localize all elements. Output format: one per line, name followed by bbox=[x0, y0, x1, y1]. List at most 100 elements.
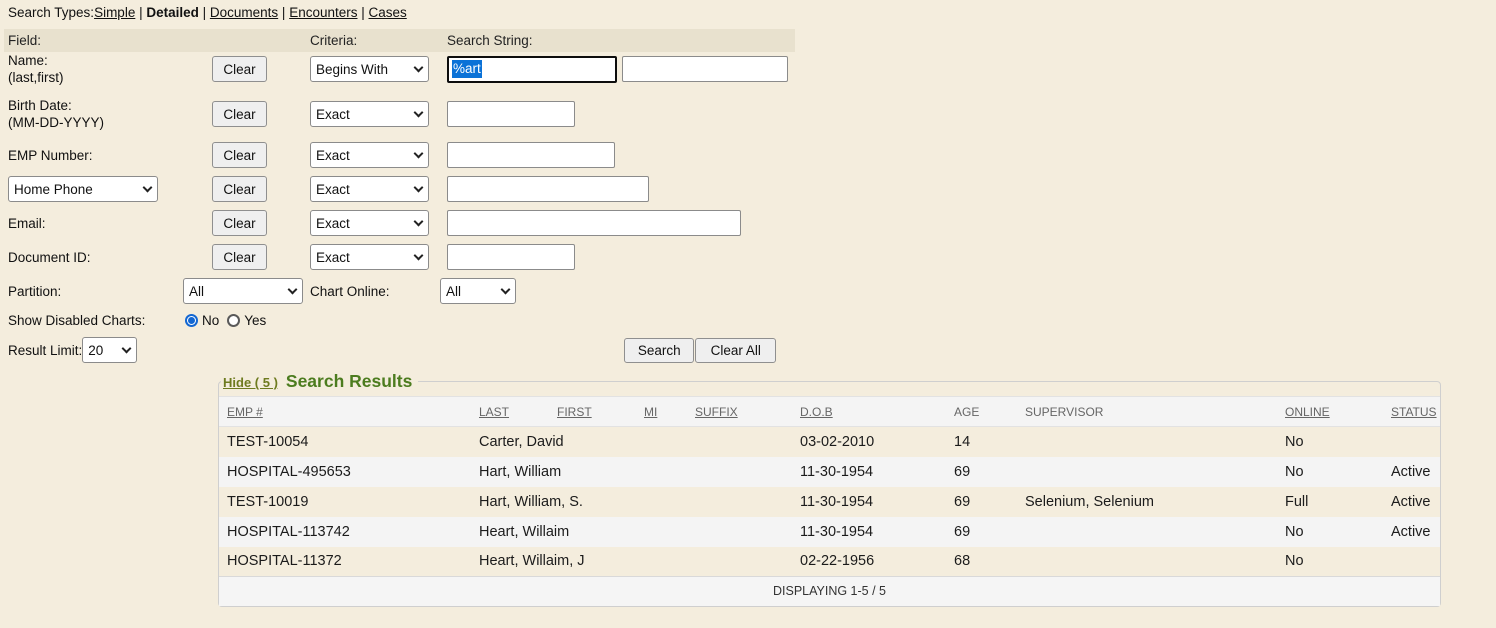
document-id-input[interactable] bbox=[447, 244, 575, 270]
birth-date-label: Birth Date: (MM-DD-YYYY) bbox=[8, 97, 212, 131]
email-input[interactable] bbox=[447, 210, 741, 236]
search-type-simple[interactable]: Simple bbox=[94, 5, 135, 20]
chevron-down-icon bbox=[414, 63, 424, 73]
cell-name: Hart, William, S. bbox=[471, 487, 792, 517]
cell-online: No bbox=[1277, 457, 1383, 487]
column-header-status[interactable]: STATUS bbox=[1383, 397, 1440, 427]
document-id-row: Document ID: Clear Exact bbox=[0, 244, 1496, 270]
name-row: Name: (last,first) Clear Begins With %ar… bbox=[0, 52, 1496, 86]
column-label-status[interactable]: STATUS bbox=[1391, 405, 1437, 419]
phone-type-select[interactable]: Home Phone bbox=[8, 176, 158, 202]
result-row[interactable]: HOSPITAL-113742Heart, Willaim11-30-19546… bbox=[219, 517, 1440, 547]
column-label-online[interactable]: ONLINE bbox=[1285, 405, 1330, 419]
cell-online: No bbox=[1277, 547, 1383, 577]
emp-number-criteria-select[interactable]: Exact bbox=[310, 142, 429, 168]
cell-supervisor bbox=[1017, 517, 1277, 547]
column-header-first[interactable]: FIRST bbox=[549, 397, 636, 427]
search-types-nav: Search Types:Simple | Detailed | Documen… bbox=[0, 0, 1496, 20]
search-button[interactable]: Search bbox=[624, 338, 694, 363]
result-limit-select[interactable]: 20 bbox=[82, 337, 137, 363]
phone-input[interactable] bbox=[447, 176, 649, 202]
clear-all-button[interactable]: Clear All bbox=[695, 338, 776, 363]
chart-online-select[interactable]: All bbox=[440, 278, 516, 304]
show-disabled-radio-yes[interactable]: Yes bbox=[227, 313, 266, 328]
column-label-emp-number[interactable]: EMP # bbox=[227, 405, 263, 419]
search-results-legend: Hide ( 5 ) Search Results bbox=[221, 371, 418, 392]
cell-emp-number: HOSPITAL-113742 bbox=[219, 517, 471, 547]
name-criteria-select[interactable]: Begins With bbox=[310, 56, 429, 82]
nav-separator: | bbox=[199, 5, 210, 20]
document-id-clear-button[interactable]: Clear bbox=[212, 244, 267, 270]
cell-supervisor bbox=[1017, 547, 1277, 577]
search-type-detailed[interactable]: Detailed bbox=[146, 5, 199, 20]
column-label-mi[interactable]: MI bbox=[644, 405, 657, 419]
column-header-suffix[interactable]: SUFFIX bbox=[687, 397, 792, 427]
hide-results-link[interactable]: Hide ( 5 ) bbox=[223, 375, 278, 390]
cell-status: Active bbox=[1383, 487, 1440, 517]
selected-text: %art bbox=[452, 60, 482, 78]
email-label: Email: bbox=[8, 215, 212, 232]
column-header-emp-number[interactable]: EMP # bbox=[219, 397, 471, 427]
criteria-column-label: Criteria: bbox=[310, 33, 447, 48]
form-column-headers: Field: Criteria: Search String: bbox=[4, 29, 795, 52]
column-label-suffix[interactable]: SUFFIX bbox=[695, 405, 738, 419]
search-type-documents[interactable]: Documents bbox=[210, 5, 278, 20]
emp-number-clear-button[interactable]: Clear bbox=[212, 142, 267, 168]
email-row: Email: Clear Exact bbox=[0, 210, 1496, 236]
chevron-down-icon bbox=[414, 217, 424, 227]
document-id-criteria-select[interactable]: Exact bbox=[310, 244, 429, 270]
cell-emp-number: HOSPITAL-11372 bbox=[219, 547, 471, 577]
search-string-column-label: Search String: bbox=[447, 33, 533, 48]
result-row[interactable]: TEST-10019Hart, William, S.11-30-195469S… bbox=[219, 487, 1440, 517]
nav-separator: | bbox=[357, 5, 368, 20]
result-row[interactable]: TEST-10054Carter, David03-02-201014No bbox=[219, 427, 1440, 457]
chevron-down-icon bbox=[414, 183, 424, 193]
result-row[interactable]: HOSPITAL-495653Hart, William11-30-195469… bbox=[219, 457, 1440, 487]
cell-dob: 11-30-1954 bbox=[792, 487, 946, 517]
birth-date-input[interactable] bbox=[447, 101, 575, 127]
column-label-last[interactable]: LAST bbox=[479, 405, 509, 419]
column-header-mi[interactable]: MI bbox=[636, 397, 687, 427]
results-table: EMP #LASTFIRSTMISUFFIXD.O.BAGESUPERVISOR… bbox=[219, 396, 1440, 606]
cell-emp-number: HOSPITAL-495653 bbox=[219, 457, 471, 487]
partition-select[interactable]: All bbox=[183, 278, 303, 304]
chevron-down-icon bbox=[288, 285, 298, 295]
show-disabled-label: Show Disabled Charts: bbox=[8, 312, 185, 329]
result-limit-label: Result Limit: bbox=[8, 343, 82, 358]
birth-date-row: Birth Date: (MM-DD-YYYY) Clear Exact bbox=[0, 97, 1496, 131]
column-header-last[interactable]: LAST bbox=[471, 397, 549, 427]
cell-online: No bbox=[1277, 427, 1383, 457]
search-type-cases[interactable]: Cases bbox=[369, 5, 407, 20]
name-clear-button[interactable]: Clear bbox=[212, 56, 267, 82]
field-column-label: Field: bbox=[8, 33, 310, 48]
search-type-encounters[interactable]: Encounters bbox=[289, 5, 357, 20]
phone-clear-button[interactable]: Clear bbox=[212, 176, 267, 202]
cell-age: 69 bbox=[946, 457, 1017, 487]
column-header-online[interactable]: ONLINE bbox=[1277, 397, 1383, 427]
column-label-first[interactable]: FIRST bbox=[557, 405, 592, 419]
show-disabled-radio-no[interactable]: No bbox=[185, 313, 219, 328]
cell-dob: 03-02-2010 bbox=[792, 427, 946, 457]
name-search-input[interactable]: %art bbox=[447, 56, 617, 83]
result-row[interactable]: HOSPITAL-11372Heart, Willaim, J02-22-195… bbox=[219, 547, 1440, 577]
search-results-title: Search Results bbox=[286, 371, 412, 392]
show-disabled-row: Show Disabled Charts: No Yes bbox=[0, 312, 1496, 329]
emp-number-input[interactable] bbox=[447, 142, 615, 168]
cell-status bbox=[1383, 547, 1440, 577]
email-criteria-select[interactable]: Exact bbox=[310, 210, 429, 236]
cell-dob: 11-30-1954 bbox=[792, 517, 946, 547]
cell-age: 69 bbox=[946, 517, 1017, 547]
cell-supervisor bbox=[1017, 427, 1277, 457]
column-header-dob[interactable]: D.O.B bbox=[792, 397, 946, 427]
cell-supervisor bbox=[1017, 457, 1277, 487]
email-clear-button[interactable]: Clear bbox=[212, 210, 267, 236]
cell-emp-number: TEST-10019 bbox=[219, 487, 471, 517]
cell-age: 69 bbox=[946, 487, 1017, 517]
column-label-supervisor: SUPERVISOR bbox=[1025, 405, 1103, 419]
column-label-dob[interactable]: D.O.B bbox=[800, 405, 833, 419]
birth-date-clear-button[interactable]: Clear bbox=[212, 101, 267, 127]
name-search-input-2[interactable] bbox=[622, 56, 788, 82]
birth-date-criteria-select[interactable]: Exact bbox=[310, 101, 429, 127]
results-header-row: EMP #LASTFIRSTMISUFFIXD.O.BAGESUPERVISOR… bbox=[219, 397, 1440, 427]
phone-criteria-select[interactable]: Exact bbox=[310, 176, 429, 202]
